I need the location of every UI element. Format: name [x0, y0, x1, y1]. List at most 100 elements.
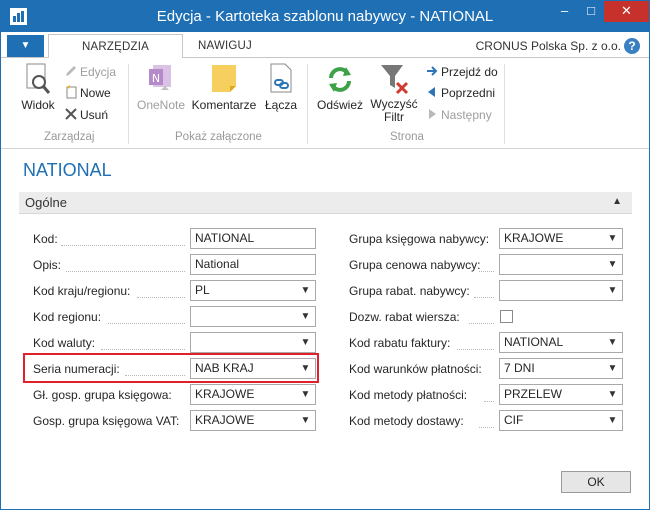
chevron-down-icon[interactable]: ▼ — [606, 385, 619, 404]
new-label: Nowe — [80, 86, 111, 100]
gen-bus-posting-group-select[interactable]: KRAJOWE ▼ — [190, 384, 316, 405]
chevron-down-icon[interactable]: ▼ — [299, 281, 312, 300]
clear-filter-label-1: Wyczyść — [370, 97, 418, 111]
goto-label: Przejdź do — [441, 65, 498, 79]
next-label: Następny — [441, 108, 492, 122]
description-input[interactable]: National — [190, 254, 316, 275]
onenote-button[interactable]: N OneNote — [135, 62, 187, 112]
clear-filter-label-2: Filtr — [384, 110, 404, 124]
field-label-vat-bus-posting-group: Gosp. grupa księgowa VAT: — [33, 414, 180, 428]
previous-label: Poprzedni — [441, 86, 496, 100]
field-label-payment-method-code: Kod metody płatności: — [349, 388, 468, 402]
field-label-gen-bus-posting-group: Gł. gosp. grupa księgowa: — [33, 388, 172, 402]
country-region-value: PL — [195, 283, 210, 297]
new-button[interactable]: Nowe — [64, 85, 111, 100]
delete-button[interactable]: Usuń — [64, 107, 108, 122]
ok-button[interactable]: OK — [561, 471, 631, 493]
chevron-down-icon[interactable]: ▼ — [606, 255, 619, 274]
leader-dots — [101, 349, 185, 350]
leader-dots — [66, 271, 185, 272]
code-input[interactable]: NATIONAL — [190, 228, 316, 249]
onenote-icon: N — [149, 65, 171, 90]
chevron-down-icon[interactable]: ▼ — [299, 385, 312, 404]
leader-dots — [479, 271, 494, 272]
pencil-icon — [64, 64, 78, 78]
customer-posting-group-value: KRAJOWE — [504, 231, 564, 245]
group-label-attachments: Pokaż załączone — [175, 131, 262, 143]
links-button[interactable]: Łącza — [262, 62, 300, 112]
field-label-allow-line-discount: Dozw. rabat wiersza: — [349, 310, 460, 324]
invoice-discount-code-value: NATIONAL — [504, 335, 564, 349]
field-label-country-region: Kod kraju/regionu: — [33, 284, 131, 298]
view-label: Widok — [21, 98, 55, 112]
next-button[interactable]: Następny — [425, 107, 492, 122]
minimize-button[interactable]: – — [551, 1, 578, 22]
shipment-method-code-select[interactable]: CIF ▼ — [499, 410, 623, 431]
field-label-customer-price-group: Grupa cenowa nabywcy: — [349, 258, 481, 272]
chevron-down-icon[interactable]: ▼ — [299, 333, 312, 352]
delete-x-icon — [64, 107, 78, 121]
field-label-description: Opis: — [33, 258, 62, 272]
onenote-label: OneNote — [136, 98, 186, 112]
country-region-select[interactable]: PL ▼ — [190, 280, 316, 301]
svg-text:N: N — [152, 72, 160, 85]
chevron-down-icon[interactable]: ▼ — [606, 359, 619, 378]
payment-terms-code-select[interactable]: 7 DNI ▼ — [499, 358, 623, 379]
view-button[interactable]: Widok — [17, 62, 59, 112]
payment-method-code-select[interactable]: PRZELEW ▼ — [499, 384, 623, 405]
sticky-note-icon — [212, 65, 236, 92]
app-menu-button[interactable]: ▼ — [7, 35, 44, 57]
chevron-down-icon[interactable]: ▼ — [606, 333, 619, 352]
fasttab-general[interactable]: Ogólne ▲ — [19, 192, 632, 214]
link-document-icon — [270, 63, 292, 93]
page-title: NATIONAL — [23, 160, 112, 180]
ribbon-divider — [504, 64, 505, 144]
help-icon[interactable]: ? — [624, 38, 640, 54]
field-label-region: Kod regionu: — [33, 310, 102, 324]
maximize-button[interactable]: □ — [578, 1, 604, 22]
collapse-caret-icon[interactable]: ▲ — [612, 196, 622, 207]
tab-home[interactable]: NARZĘDZIA GŁÓWNE — [48, 34, 183, 77]
links-label: Łącza — [264, 98, 298, 112]
tab-navigate[interactable]: NAWIGUJ — [189, 34, 261, 59]
customer-discount-group-select[interactable]: ▼ — [499, 280, 623, 301]
allow-line-discount-checkbox[interactable] — [500, 310, 513, 323]
clear-filter-button[interactable]: Wyczyść Filtr — [369, 62, 419, 124]
currency-select[interactable]: ▼ — [190, 332, 316, 353]
comments-button[interactable]: Komentarze — [191, 62, 257, 112]
goto-button[interactable]: Przejdź do — [425, 64, 498, 79]
ribbon-tab-bar: ▼ NARZĘDZIA GŁÓWNE NAWIGUJ CRONUS Polska… — [1, 32, 649, 77]
field-label-shipment-method-code: Kod metody dostawy: — [349, 414, 464, 428]
leader-dots — [484, 401, 494, 402]
shipment-method-code-value: CIF — [504, 413, 524, 427]
close-button[interactable]: ✕ — [604, 1, 649, 22]
code-value: NATIONAL — [195, 231, 255, 245]
chevron-down-icon[interactable]: ▼ — [606, 229, 619, 248]
title-bar: Edycja - Kartoteka szablonu nabywcy - NA… — [1, 1, 649, 32]
edit-button[interactable]: Edycja — [64, 64, 116, 79]
invoice-discount-code-select[interactable]: NATIONAL ▼ — [499, 332, 623, 353]
refresh-button[interactable]: Odśwież — [314, 62, 366, 112]
delete-label: Usuń — [80, 108, 109, 122]
previous-button[interactable]: Poprzedni — [425, 85, 495, 100]
group-label-manage: Zarządzaj — [44, 131, 95, 143]
chevron-down-icon[interactable]: ▼ — [606, 281, 619, 300]
ribbon-divider — [307, 64, 308, 144]
chevron-down-icon[interactable]: ▼ — [299, 411, 312, 430]
fasttab-title: Ogólne — [25, 195, 67, 210]
customer-posting-group-select[interactable]: KRAJOWE ▼ — [499, 228, 623, 249]
chevron-down-icon[interactable]: ▼ — [606, 411, 619, 430]
dialog-window: Edycja - Kartoteka szablonu nabywcy - NA… — [0, 0, 650, 510]
vat-bus-posting-group-value: KRAJOWE — [195, 413, 255, 427]
refresh-label: Odśwież — [316, 98, 363, 112]
payment-method-code-value: PRZELEW — [504, 387, 563, 401]
leader-dots — [137, 297, 185, 298]
triangle-right-icon — [425, 107, 439, 121]
ribbon: Widok Edycja Nowe Usuń Zarządzaj N OneNo… — [1, 58, 649, 149]
vat-bus-posting-group-select[interactable]: KRAJOWE ▼ — [190, 410, 316, 431]
leader-dots — [469, 323, 494, 324]
region-select[interactable]: ▼ — [190, 306, 316, 327]
chevron-down-icon[interactable]: ▼ — [299, 307, 312, 326]
customer-price-group-select[interactable]: ▼ — [499, 254, 623, 275]
gen-bus-posting-group-value: KRAJOWE — [195, 387, 255, 401]
